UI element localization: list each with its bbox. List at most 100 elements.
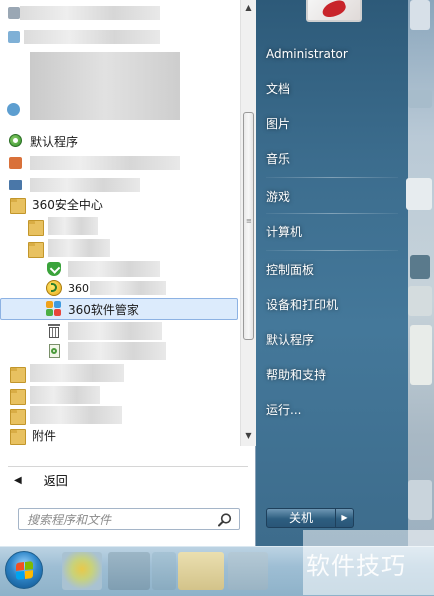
- shutdown-button[interactable]: 关机: [266, 508, 336, 528]
- list-item[interactable]: [0, 340, 238, 362]
- devices-printers-link[interactable]: 设备和打印机: [266, 293, 396, 317]
- list-item[interactable]: [0, 215, 238, 237]
- run-link[interactable]: 运行...: [266, 398, 396, 422]
- blurred-text: [24, 30, 160, 44]
- list-item[interactable]: [0, 384, 238, 406]
- desktop-background: [406, 0, 434, 546]
- back-label: 返回: [43, 473, 68, 488]
- folder-icon: [10, 428, 26, 445]
- music-link[interactable]: 音乐: [266, 147, 396, 171]
- help-support-link[interactable]: 帮助和支持: [266, 363, 396, 387]
- blurred-region: [410, 255, 430, 279]
- scroll-up-arrow-icon[interactable]: ▲: [241, 0, 256, 16]
- taskbar-app-icon[interactable]: [228, 552, 268, 590]
- magnifier-icon[interactable]: [217, 512, 233, 528]
- document-icon: [47, 343, 63, 359]
- default-programs-link[interactable]: 默认程序: [266, 328, 396, 352]
- blurred-text: [30, 364, 124, 382]
- list-item[interactable]: [0, 152, 238, 174]
- app-icon: [6, 5, 22, 21]
- folder-icon: [10, 388, 26, 405]
- program-list-scrollbar[interactable]: ▲ ≡ ▼: [240, 0, 256, 446]
- blurred-text: [68, 261, 160, 277]
- 360-security-icon: [46, 280, 62, 296]
- app-icon: [8, 177, 24, 193]
- list-item[interactable]: [0, 237, 238, 259]
- blurred-text: [30, 178, 140, 192]
- blurred-text: [68, 322, 162, 340]
- app-icon: [6, 101, 22, 117]
- start-menu-programs-pane: 默认程序 360安全中心 360 360软件管家 附件 ▲ ≡ ▼ ◀ 返回 搜…: [0, 0, 256, 546]
- list-item[interactable]: [0, 362, 238, 384]
- blurred-text: [30, 156, 180, 170]
- app-icon: [8, 155, 24, 171]
- taskbar-app-icon[interactable]: [152, 552, 176, 590]
- separator: [266, 177, 398, 178]
- triangle-right-icon: ▶: [341, 513, 348, 522]
- list-item-label: 默认程序: [30, 134, 79, 149]
- blurred-text: [90, 281, 166, 295]
- blurred-text: [48, 217, 98, 235]
- default-programs-icon: [8, 133, 24, 149]
- list-item[interactable]: [0, 26, 238, 48]
- folder-icon: [10, 197, 26, 214]
- blurred-region: [406, 178, 432, 210]
- blurred-text: [30, 406, 122, 424]
- folder-icon: [10, 366, 26, 383]
- list-item[interactable]: 360: [0, 277, 238, 299]
- 360-software-manager-icon: [46, 301, 62, 317]
- start-button[interactable]: [5, 551, 43, 589]
- blurred-region: [410, 0, 430, 30]
- blurred-region: [408, 480, 432, 520]
- all-programs-list: 默认程序 360安全中心 360 360软件管家 附件: [0, 0, 240, 446]
- trash-icon: [47, 323, 63, 339]
- blurred-text: [30, 386, 100, 404]
- list-item-360-software-manager[interactable]: 360软件管家: [0, 298, 238, 320]
- app-icon: [6, 29, 22, 45]
- windows-orb-icon: [16, 561, 33, 580]
- list-item[interactable]: [0, 2, 238, 24]
- taskbar-app-icon[interactable]: [62, 552, 102, 590]
- taskbar-app-icon[interactable]: [178, 552, 224, 590]
- documents-link[interactable]: 文档: [266, 77, 396, 101]
- separator: [266, 213, 398, 214]
- list-item[interactable]: [0, 320, 238, 342]
- games-link[interactable]: 游戏: [266, 185, 396, 209]
- user-picture-avatar[interactable]: [306, 0, 362, 22]
- list-item-folder-360[interactable]: 360安全中心: [0, 193, 238, 215]
- shutdown-options-button[interactable]: ▶: [336, 508, 354, 528]
- list-item-default-programs[interactable]: 默认程序: [0, 130, 238, 152]
- grip-icon: ≡: [246, 217, 252, 225]
- separator: [266, 250, 398, 251]
- list-item[interactable]: [0, 404, 238, 426]
- folder-label: 360安全中心: [32, 197, 103, 212]
- back-button[interactable]: ◀ 返回: [10, 470, 246, 490]
- watermark-text: 软件技巧: [306, 552, 406, 580]
- taskbar-app-icon[interactable]: [108, 552, 150, 590]
- control-panel-link[interactable]: 控制面板: [266, 258, 396, 282]
- user-name-link[interactable]: Administrator: [266, 42, 396, 66]
- blurred-region: [408, 286, 432, 316]
- folder-icon: [28, 219, 44, 236]
- folder-icon: [10, 408, 26, 425]
- 360-guard-icon: [46, 261, 62, 277]
- list-item-label: 360: [68, 281, 89, 295]
- blurred-region: [408, 90, 432, 108]
- folder-icon: [28, 241, 44, 258]
- arrow-left-icon: ◀: [14, 474, 22, 486]
- start-menu-places-pane: Administrator 文档 图片 音乐 游戏 计算机 控制面板 设备和打印…: [256, 0, 408, 546]
- list-item-label: 360软件管家: [68, 302, 139, 317]
- scroll-down-arrow-icon[interactable]: ▼: [241, 428, 256, 444]
- computer-link[interactable]: 计算机: [266, 220, 396, 244]
- list-item[interactable]: [0, 98, 238, 120]
- divider: [8, 466, 248, 467]
- search-box[interactable]: [18, 508, 240, 531]
- search-input[interactable]: [19, 509, 219, 531]
- blurred-region: [410, 325, 432, 385]
- folder-label: 附件: [32, 428, 57, 443]
- blurred-text: [48, 239, 110, 257]
- scrollbar-thumb[interactable]: ≡: [243, 112, 254, 340]
- blurred-text: [20, 6, 160, 20]
- pictures-link[interactable]: 图片: [266, 112, 396, 136]
- list-item-attachments[interactable]: 附件: [0, 424, 238, 446]
